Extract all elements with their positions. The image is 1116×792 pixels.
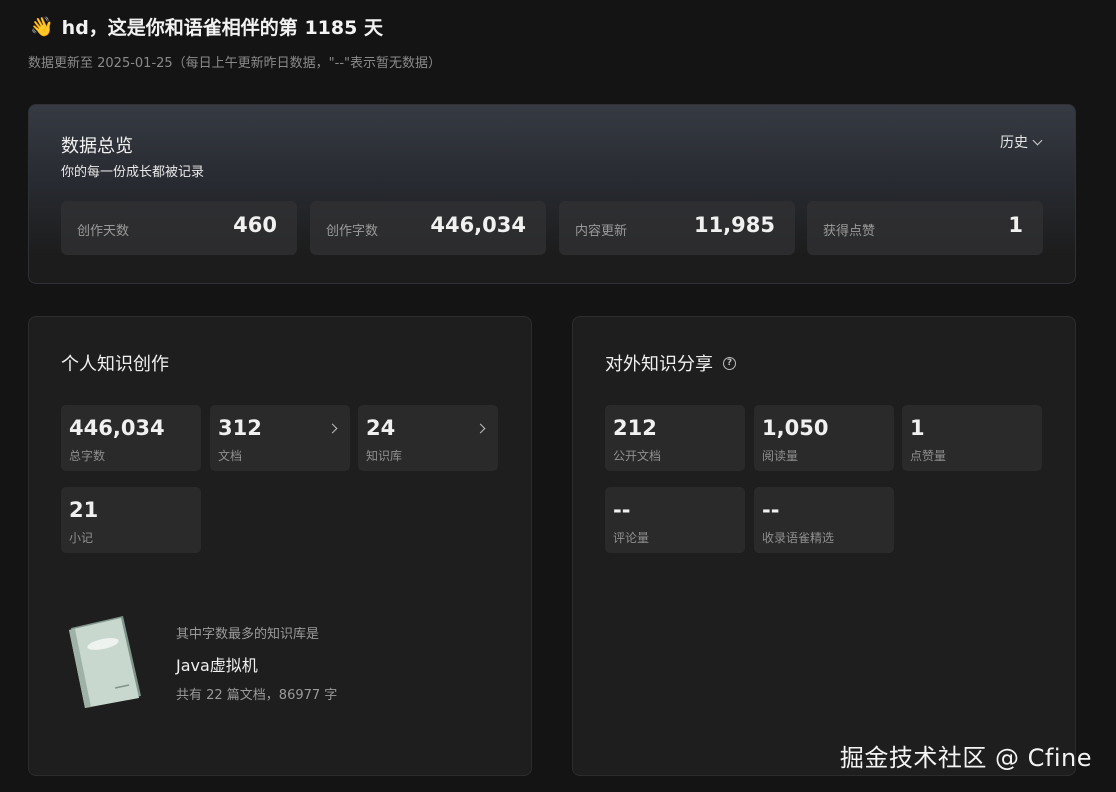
chevron-right-icon <box>327 423 338 434</box>
tile-value: 212 <box>613 416 657 440</box>
stat-label: 创作字数 <box>326 224 379 239</box>
chevron-down-icon <box>1032 135 1043 145</box>
tile-label: 总字数 <box>69 449 106 463</box>
top-library-name[interactable]: Java虚拟机 <box>176 652 258 676</box>
tile-reads: 1,050 阅读量 <box>754 405 894 471</box>
external-sharing-card: 对外知识分享 ? 212 公开文档 1,050 阅读量 1 点赞量 -- 评论量… <box>572 316 1076 776</box>
stat-value: 460 <box>233 213 277 237</box>
overview-subtitle: 你的每一份成长都被记录 <box>61 165 205 180</box>
tile-value: -- <box>613 498 631 522</box>
tile-value: 1 <box>910 416 925 440</box>
tile-label: 小记 <box>69 531 94 545</box>
stat-label: 创作天数 <box>77 224 130 239</box>
tile-label: 公开文档 <box>613 449 662 463</box>
tile-total-words: 446,034 总字数 <box>61 405 201 471</box>
stat-likes-received: 获得点赞 1 <box>807 201 1043 255</box>
history-dropdown[interactable]: 历史 <box>1000 132 1043 152</box>
tile-documents[interactable]: 312 文档 <box>210 405 350 471</box>
data-update-note: 数据更新至 2025-01-25（每日上午更新昨日数据，"--"表示暂无数据） <box>28 56 442 71</box>
stat-value: 446,034 <box>430 213 526 237</box>
wave-emoji-icon: 👋 <box>30 16 54 38</box>
tile-featured: -- 收录语雀精选 <box>754 487 894 553</box>
greeting-text: hd，这是你和语雀相伴的第 1185 天 <box>62 13 383 40</box>
tile-likes: 1 点赞量 <box>902 405 1042 471</box>
tile-label: 收录语雀精选 <box>762 531 835 545</box>
stat-value: 11,985 <box>693 213 775 237</box>
tile-value: 24 <box>366 416 396 440</box>
external-title-text: 对外知识分享 <box>605 354 713 375</box>
personal-section-title: 个人知识创作 <box>61 350 169 376</box>
tile-comments: -- 评论量 <box>605 487 745 553</box>
tile-label: 知识库 <box>366 449 403 463</box>
tile-label: 点赞量 <box>910 449 947 463</box>
stat-value: 1 <box>1008 213 1023 237</box>
question-circle-icon[interactable]: ? <box>723 356 736 370</box>
stat-label: 内容更新 <box>575 224 628 239</box>
chevron-right-icon <box>475 423 486 434</box>
greeting-suffix: 天 <box>363 17 383 39</box>
book-icon <box>69 616 141 708</box>
overview-title: 数据总览 <box>61 136 133 157</box>
stat-creation-days: 创作天数 460 <box>61 201 297 255</box>
tile-value: 446,034 <box>69 416 165 440</box>
greeting-prefix: hd，这是你和语雀相伴的第 <box>61 17 298 39</box>
tile-value: 21 <box>69 498 99 522</box>
tile-value: -- <box>762 498 780 522</box>
top-library-detail: 共有 22 篇文档，86977 字 <box>176 688 338 703</box>
tile-label: 阅读量 <box>762 449 799 463</box>
tile-value: 1,050 <box>762 416 829 440</box>
top-library-hint: 其中字数最多的知识库是 <box>176 627 320 642</box>
watermark: 掘金技术社区 @ Cfine <box>839 744 1092 772</box>
external-section-title: 对外知识分享 ? <box>605 350 736 376</box>
tile-knowledge-bases[interactable]: 24 知识库 <box>358 405 498 471</box>
tile-label: 评论量 <box>613 531 650 545</box>
greeting: 👋 hd，这是你和语雀相伴的第 1185 天 <box>30 13 383 40</box>
tile-notes: 21 小记 <box>61 487 201 553</box>
personal-title-text: 个人知识创作 <box>61 354 169 375</box>
tile-label: 文档 <box>218 449 243 463</box>
tile-value: 312 <box>218 416 262 440</box>
personal-knowledge-card: 个人知识创作 446,034 总字数 312 文档 24 知识库 21 小记 其… <box>28 316 532 776</box>
overview-card: 数据总览 你的每一份成长都被记录 历史 创作天数 460 创作字数 446,03… <box>28 104 1076 284</box>
stat-content-updates: 内容更新 11,985 <box>559 201 795 255</box>
greeting-days: 1185 <box>304 17 358 39</box>
history-label: 历史 <box>1000 135 1028 151</box>
tile-public-docs: 212 公开文档 <box>605 405 745 471</box>
stat-word-count: 创作字数 446,034 <box>310 201 546 255</box>
stat-label: 获得点赞 <box>823 224 876 239</box>
